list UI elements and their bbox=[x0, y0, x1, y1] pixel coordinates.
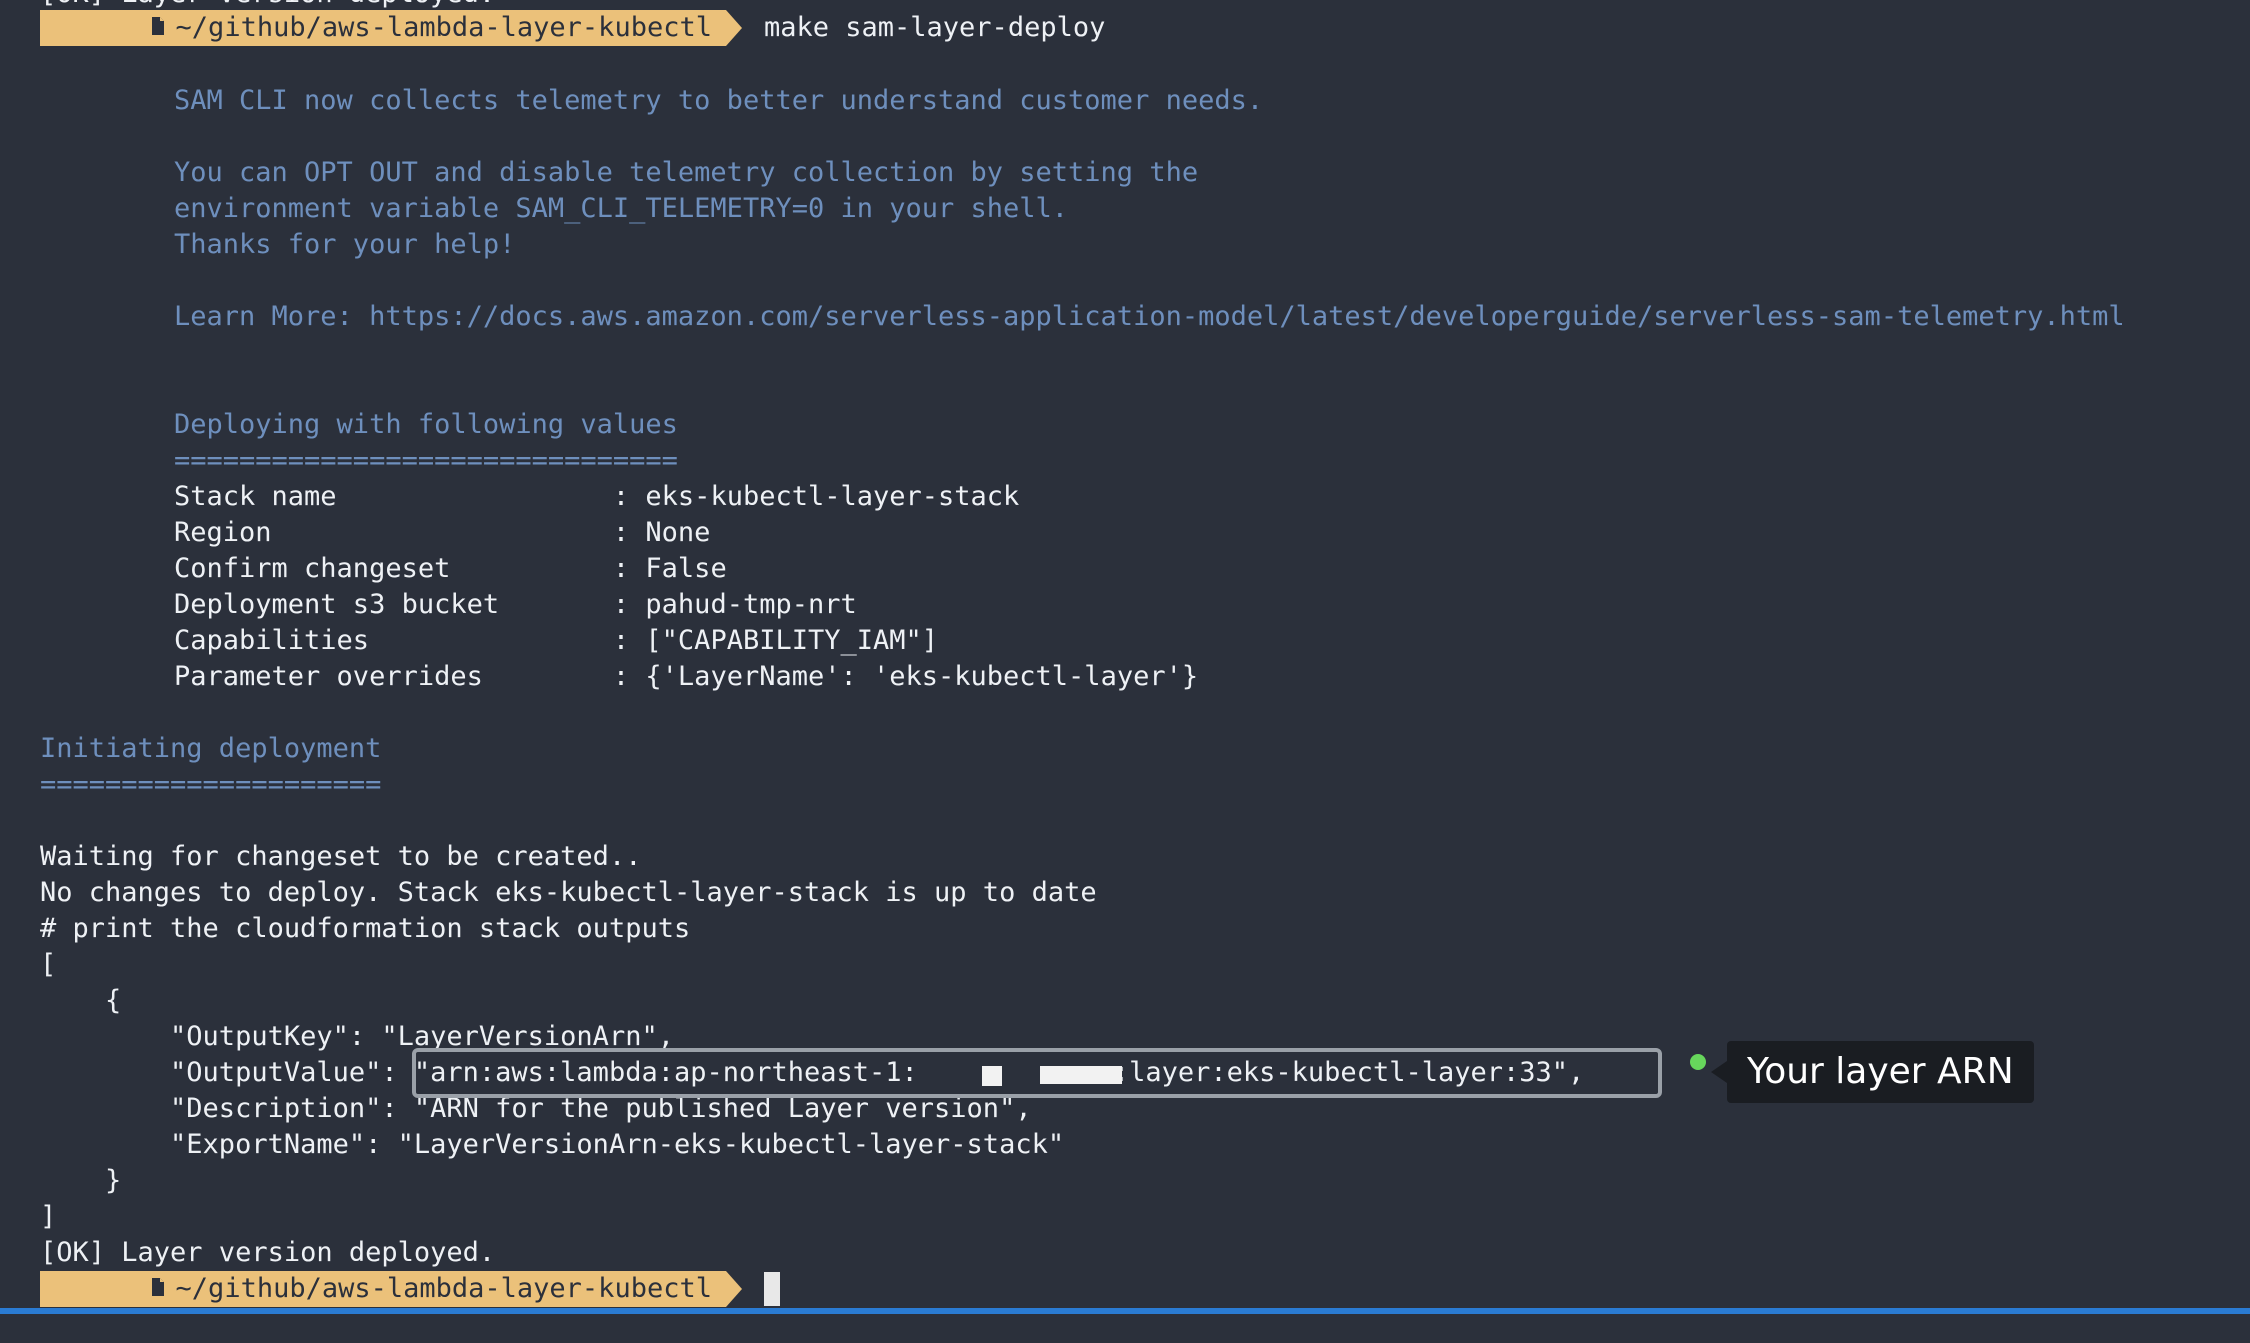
shell-prompt: ~/github/aws-lambda-layer-kubectl bbox=[40, 1271, 780, 1307]
deploy-key: Capabilities bbox=[174, 625, 613, 656]
terminal-cursor[interactable] bbox=[763, 1272, 780, 1306]
log-line: { bbox=[40, 985, 122, 1016]
prompt-path: ~/github/aws-lambda-layer-kubectl bbox=[175, 12, 712, 43]
log-line: # print the cloudformation stack outputs bbox=[40, 913, 691, 944]
deploy-row: Region : None bbox=[174, 515, 710, 551]
window-bottom-bar bbox=[0, 1308, 2250, 1314]
prompt-path: ~/github/aws-lambda-layer-kubectl bbox=[175, 1273, 712, 1304]
deploy-value: : pahud-tmp-nrt bbox=[612, 589, 857, 620]
arn-highlight-box bbox=[412, 1048, 1662, 1098]
arn-callout: Your layer ARN bbox=[1727, 1041, 2034, 1103]
telemetry-line: You can OPT OUT and disable telemetry co… bbox=[174, 157, 1199, 188]
deploy-key: Stack name bbox=[174, 481, 613, 512]
deploy-value: : None bbox=[612, 517, 711, 548]
telemetry-line: SAM CLI now collects telemetry to better… bbox=[174, 85, 1264, 116]
log-line: ] bbox=[40, 1201, 57, 1232]
initiating-underline: ===================== bbox=[40, 769, 382, 800]
prompt-arrow bbox=[725, 1271, 742, 1307]
prompt-path-segment: ~/github/aws-lambda-layer-kubectl bbox=[40, 1271, 726, 1307]
log-line: No changes to deploy. Stack eks-kubectl-… bbox=[40, 877, 1097, 908]
deploy-key: Deployment s3 bucket bbox=[174, 589, 613, 620]
deploy-key: Region bbox=[174, 517, 613, 548]
log-line: [ bbox=[40, 949, 57, 980]
deploy-key: Parameter overrides bbox=[174, 661, 613, 692]
prompt-arrow bbox=[725, 10, 742, 46]
deploy-row: Stack name : eks-kubectl-layer-stack bbox=[174, 479, 1019, 515]
log-line: } bbox=[40, 1165, 122, 1196]
file-icon bbox=[52, 1235, 166, 1343]
shell-prompt: ~/github/aws-lambda-layer-kubectl make s… bbox=[40, 10, 1105, 46]
deploy-row: Parameter overrides : {'LayerName': 'eks… bbox=[174, 659, 1198, 695]
deploy-value: : eks-kubectl-layer-stack bbox=[612, 481, 1020, 512]
deploy-row: Confirm changeset : False bbox=[174, 551, 727, 587]
log-line: Waiting for changeset to be created.. bbox=[40, 841, 642, 872]
prompt-command: make sam-layer-deploy bbox=[763, 12, 1106, 43]
prompt-path-segment: ~/github/aws-lambda-layer-kubectl bbox=[40, 10, 726, 46]
callout-dot bbox=[1690, 1054, 1706, 1070]
deploy-value: : {'LayerName': 'eks-kubectl-layer'} bbox=[612, 661, 1199, 692]
deploy-row: Deployment s3 bucket : pahud-tmp-nrt bbox=[174, 587, 857, 623]
deploy-heading: Deploying with following values bbox=[174, 409, 678, 440]
log-line: "ExportName": "LayerVersionArn-eks-kubec… bbox=[40, 1129, 1065, 1160]
deploy-row: Capabilities : ["CAPABILITY_IAM"] bbox=[174, 623, 938, 659]
telemetry-line: environment variable SAM_CLI_TELEMETRY=0… bbox=[174, 193, 1069, 224]
output-value-label: "OutputValue": bbox=[40, 1057, 414, 1088]
deploy-key: Confirm changeset bbox=[174, 553, 613, 584]
initiating-heading: Initiating deployment bbox=[40, 733, 382, 764]
callout-pointer bbox=[1711, 1061, 1727, 1083]
deploy-underline: =============================== bbox=[174, 445, 678, 476]
telemetry-line: Thanks for your help! bbox=[174, 229, 516, 260]
deploy-value: : False bbox=[612, 553, 727, 584]
deploy-value: : ["CAPABILITY_IAM"] bbox=[612, 625, 939, 656]
file-icon bbox=[52, 0, 166, 82]
telemetry-learn-more[interactable]: Learn More: https://docs.aws.amazon.com/… bbox=[174, 299, 2125, 335]
